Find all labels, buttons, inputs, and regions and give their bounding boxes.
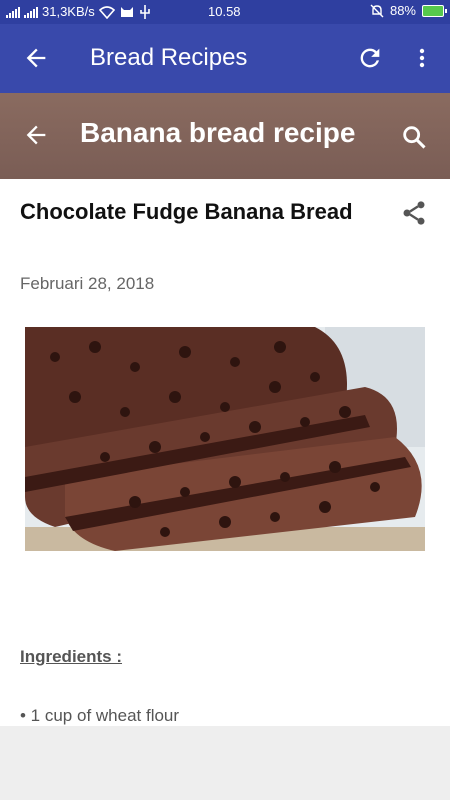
status-right: 88% [370, 3, 447, 18]
app-bar: Bread Recipes [0, 24, 450, 93]
app-title: Bread Recipes [90, 44, 248, 71]
notification-cat-icon [120, 6, 133, 17]
post-content: Chocolate Fudge Banana Bread Februari 28… [0, 179, 450, 726]
wifi-icon [98, 5, 115, 19]
bread-image [25, 327, 425, 551]
post-date: Februari 28, 2018 [20, 274, 155, 293]
back-arrow-icon[interactable] [22, 44, 50, 72]
status-left: 31,3KB/s [6, 4, 151, 19]
share-icon[interactable] [400, 199, 428, 227]
mute-bell-icon [370, 4, 384, 17]
network-speed: 31,3KB/s [42, 4, 95, 19]
ingredient-item: • 1 cup of wheat flour [20, 706, 180, 725]
signal-icon-2 [24, 6, 38, 18]
ingredients-heading: Ingredients : [20, 647, 123, 666]
post-back-arrow-icon[interactable] [22, 121, 50, 149]
search-icon[interactable] [400, 123, 428, 151]
refresh-icon[interactable] [356, 44, 384, 72]
bread-photo [25, 327, 425, 551]
status-bar: 31,3KB/s 10.58 88% [0, 0, 450, 24]
bottom-blank-area [0, 726, 450, 800]
battery-icon [422, 4, 447, 17]
post-title: Chocolate Fudge Banana Bread [20, 199, 353, 224]
signal-icon [6, 6, 20, 18]
post-header: Banana bread recipe [0, 93, 450, 179]
post-header-title: Banana bread recipe [80, 117, 356, 148]
battery-percent: 88% [389, 3, 416, 18]
clock: 10.58 [208, 4, 241, 19]
more-vert-icon[interactable] [410, 44, 434, 72]
usb-icon [139, 4, 150, 19]
